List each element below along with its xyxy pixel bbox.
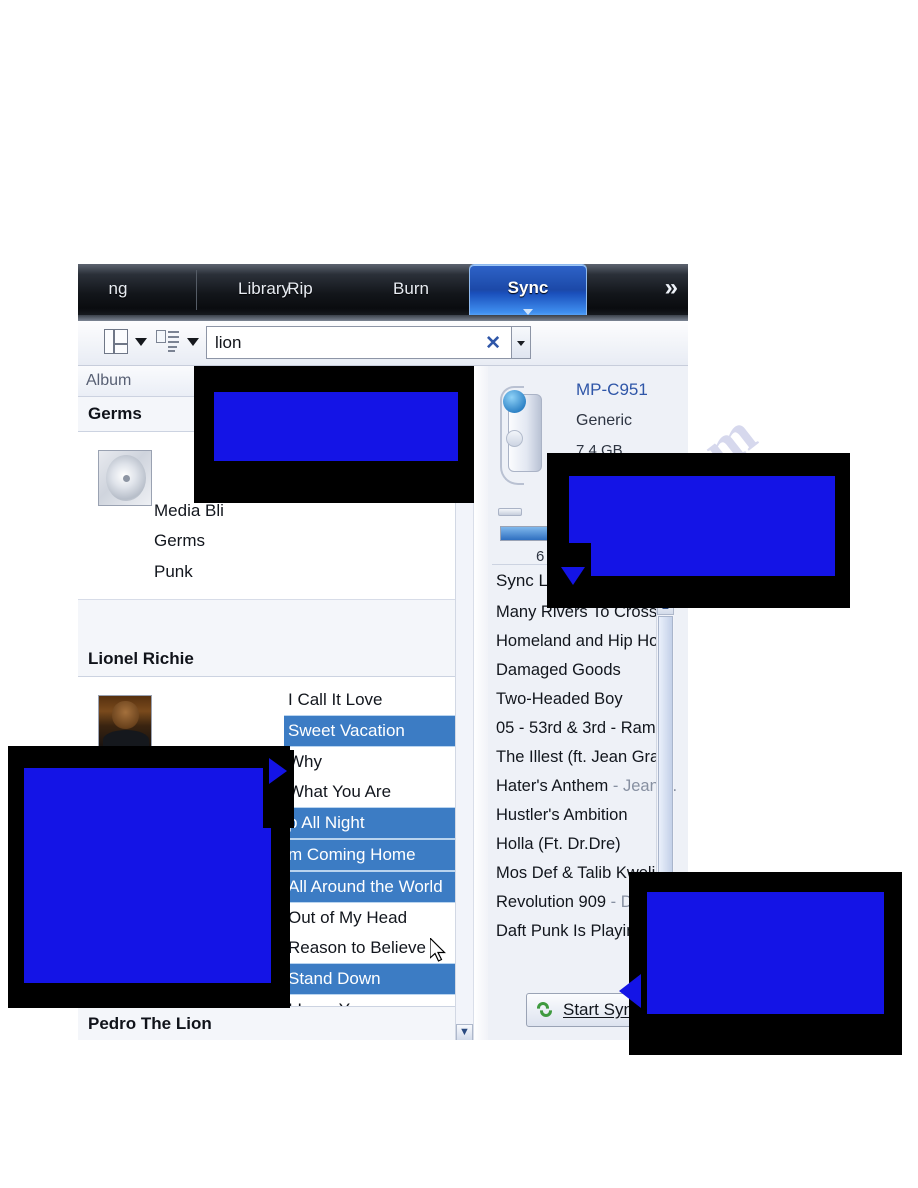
album-genre: Punk xyxy=(154,561,193,581)
tab-burn-label: Burn xyxy=(393,279,429,298)
callout-box-fill xyxy=(647,892,884,1014)
track-item[interactable]: All Around the World xyxy=(284,870,456,903)
chevron-down-icon xyxy=(187,337,199,346)
chevron-down-icon xyxy=(135,337,147,346)
sync-item-title: Hater's Anthem xyxy=(496,777,609,795)
group-header-pedro-the-lion: Pedro The Lion xyxy=(78,1006,473,1040)
callout-tail-left-mid xyxy=(617,970,643,1012)
mp3-player-icon xyxy=(498,384,554,516)
search-box[interactable]: ✕ xyxy=(206,326,512,359)
callout-box-search xyxy=(194,366,474,503)
album-artist: Germs xyxy=(154,531,205,551)
sync-item-title: 05 - 53rd & 3rd - Ram... xyxy=(496,719,670,737)
sync-item-title: The Illest (ft. Jean Gra... xyxy=(496,748,673,766)
list-view-button[interactable] xyxy=(156,329,199,354)
track-item[interactable]: Sweet Vacation xyxy=(284,714,456,747)
track-item[interactable]: What You Are xyxy=(284,777,456,807)
tab-now-playing-label: ng xyxy=(108,279,128,298)
clear-search-icon[interactable]: ✕ xyxy=(485,332,501,355)
search-input[interactable] xyxy=(213,327,467,358)
album-art-portrait-icon xyxy=(98,694,152,751)
tab-burn[interactable]: Burn xyxy=(355,264,467,315)
group-header-lionel-richie: Lionel Richie xyxy=(78,641,473,677)
list-view-icon xyxy=(156,329,180,354)
device-text: MP-C951 Generic 7.4 GB xyxy=(576,374,648,465)
callout-tail-down-left xyxy=(551,543,591,607)
track-item[interactable]: I Call It Love xyxy=(284,685,456,715)
tab-rip-label: Rip xyxy=(287,279,313,298)
recycle-sync-icon xyxy=(537,1001,555,1019)
track-item[interactable]: Reason to Believe xyxy=(284,933,456,963)
callout-box-synclist xyxy=(629,872,902,1055)
layout-view-icon xyxy=(104,329,128,354)
callout-box-fill xyxy=(214,392,458,461)
sync-item-title: Holla (Ft. Dr.Dre) xyxy=(496,835,621,853)
chevron-down-icon xyxy=(523,309,533,315)
track-item[interactable]: Out of My Head xyxy=(284,903,456,933)
album-metadata: Media Bli Germs Punk xyxy=(154,496,334,587)
callout-box-tracklist xyxy=(8,746,290,1008)
tab-sync[interactable]: Sync xyxy=(469,264,587,319)
free-space-label: 6 xyxy=(536,548,545,565)
sync-item-title: Revolution 909 xyxy=(496,893,607,911)
tab-strip: ng Library Rip Burn Sync » xyxy=(78,264,688,321)
callout-box-fill xyxy=(569,476,835,576)
tab-divider xyxy=(196,270,197,310)
sync-item-title: Homeland and Hip Hop xyxy=(496,632,668,650)
search-control: ✕ xyxy=(206,326,531,359)
callout-box-device xyxy=(547,453,850,608)
pane-splitter[interactable] xyxy=(473,366,489,1040)
track-item[interactable]: Stand Down xyxy=(284,962,456,995)
album-art-cd-icon xyxy=(98,450,152,506)
callout-tail-right-top xyxy=(263,750,294,828)
callout-box-fill xyxy=(24,768,271,983)
track-item[interactable]: Why xyxy=(284,747,456,777)
tab-now-playing[interactable]: ng xyxy=(78,264,168,315)
track-item[interactable]: m Coming Home xyxy=(284,838,456,871)
device-manufacturer: Generic xyxy=(576,412,633,430)
toolbar: ✕ xyxy=(78,321,688,366)
scroll-down-icon[interactable]: ▼ xyxy=(456,1024,473,1040)
track-list: I Call It Love Sweet Vacation Why What Y… xyxy=(284,685,456,1025)
tab-rip[interactable]: Rip xyxy=(244,264,356,315)
device-name: MP-C951 xyxy=(576,380,648,399)
search-dropdown-button[interactable] xyxy=(512,326,531,359)
track-item[interactable]: p All Night xyxy=(284,806,456,839)
sync-item-title: Hustler's Ambition xyxy=(496,806,628,824)
tab-sync-label: Sync xyxy=(507,278,549,297)
sync-item-title: Damaged Goods xyxy=(496,661,621,679)
layout-view-button[interactable] xyxy=(104,329,147,354)
tab-overflow-icon[interactable]: » xyxy=(665,274,678,302)
sync-item-title: Two-Headed Boy xyxy=(496,690,623,708)
